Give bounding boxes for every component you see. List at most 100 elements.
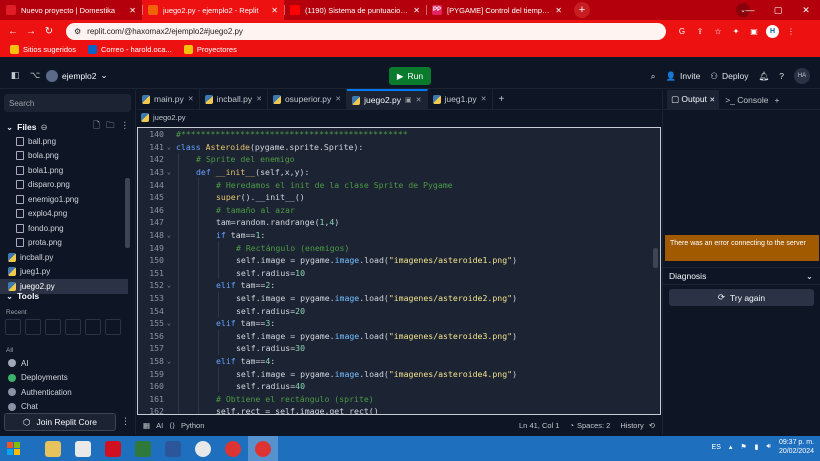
invite-button[interactable]: 👤 Invite <box>665 71 700 82</box>
file-item[interactable]: enemigo1.png <box>0 192 128 207</box>
more-icon[interactable]: ⋮ <box>121 120 130 134</box>
volume-icon[interactable]: 🔊︎ <box>767 443 771 451</box>
chrome-app-icon[interactable] <box>188 436 218 461</box>
share-icon[interactable]: ⇪ <box>694 25 706 37</box>
file-item[interactable]: fondo.png <box>0 221 128 236</box>
status-language[interactable]: Python <box>181 421 204 430</box>
help-icon[interactable]: ? <box>779 71 784 81</box>
tools-header[interactable]: ⌄ Tools <box>0 289 136 303</box>
flag-icon[interactable]: ⚑ <box>740 443 746 451</box>
profile-avatar[interactable]: H <box>766 24 779 38</box>
recent-slot[interactable] <box>105 319 121 335</box>
sidebar-scrollbar[interactable] <box>125 178 130 248</box>
minimize-icon[interactable]: — <box>740 0 760 20</box>
reload-icon[interactable]: ↻ <box>40 26 58 37</box>
file-item[interactable]: jueg1.py <box>0 265 128 280</box>
tool-item[interactable]: AI <box>0 356 136 371</box>
site-info-icon[interactable]: ⚙ <box>74 27 81 36</box>
calendar-app-icon[interactable] <box>68 436 98 461</box>
recent-slot[interactable] <box>45 319 61 335</box>
file-item[interactable]: explo4.png <box>0 207 128 222</box>
file-item[interactable]: incball.py <box>0 250 128 265</box>
recent-slot[interactable] <box>85 319 101 335</box>
file-item[interactable]: bola1.png <box>0 163 128 178</box>
file-item[interactable]: ball.png <box>0 134 128 149</box>
editor-tab[interactable]: juego2.py ▣ ✕ <box>347 89 428 109</box>
user-avatar[interactable]: HA <box>794 68 810 84</box>
browser-tab[interactable]: Nuevo proyecto | Domestika ✕ <box>0 0 142 20</box>
diagnosis-header[interactable]: Diagnosis ⌄ <box>663 267 820 285</box>
new-tab-button[interactable]: + <box>574 2 590 18</box>
close-tab-icon[interactable]: ✕ <box>481 95 487 103</box>
close-tab-icon[interactable]: ✕ <box>555 6 562 15</box>
clock[interactable]: 09:37 p. m. 20/02/2024 <box>779 438 814 456</box>
close-tab-icon[interactable]: ✕ <box>271 6 278 15</box>
url-input[interactable]: ⚙ replit.com/@haxomax2/ejemplo2#juego2.p… <box>66 22 666 40</box>
try-again-button[interactable]: ⟳ Try again <box>669 289 814 306</box>
close-tab-icon[interactable]: ✕ <box>413 6 420 15</box>
bookmark-item[interactable]: Correo - harold.oca... <box>87 45 172 54</box>
browser-tab[interactable]: juego2.py - ejemplo2 - Replit ✕ <box>142 0 284 20</box>
search-icon[interactable]: ⌕ <box>651 71 656 82</box>
bookmark-item[interactable]: Sitios sugeridos <box>10 45 76 54</box>
status-history[interactable]: History <box>620 421 643 430</box>
tool-item[interactable]: Authentication <box>0 385 136 400</box>
close-tab-icon[interactable]: ✕ <box>129 6 136 15</box>
new-folder-icon[interactable]: 🗀︎ <box>106 120 115 134</box>
close-tab-icon[interactable]: ✕ <box>256 95 262 103</box>
add-tab-icon[interactable]: + <box>493 89 511 109</box>
file-item[interactable]: bola.png <box>0 149 128 164</box>
browser-tab[interactable]: PP [PYGAME] Control del tiempo en ... ✕ <box>426 0 568 20</box>
status-ai[interactable]: AI <box>156 421 163 430</box>
close-tab-icon[interactable]: ✕ <box>335 95 341 103</box>
close-window-icon[interactable]: ✕ <box>796 0 816 20</box>
bookmark-star-icon[interactable]: ☆ <box>712 25 724 37</box>
tool-item[interactable]: Chat <box>0 400 136 415</box>
sidepanel-icon[interactable]: ▣ <box>748 25 760 37</box>
sidebar-toggle-icon[interactable]: ◧ <box>8 69 22 83</box>
tool-item[interactable]: Deployments <box>0 371 136 386</box>
close-icon[interactable]: ✕ <box>709 97 715 104</box>
fold-icon[interactable]: ⌄ <box>164 357 174 365</box>
language-indicator[interactable]: ES <box>712 444 721 451</box>
new-file-icon[interactable]: 🗋︎ <box>93 120 100 134</box>
add-tab-icon[interactable]: + <box>774 95 779 105</box>
replit-logo-icon[interactable]: ⌥ <box>28 69 42 83</box>
browser-tab[interactable]: (1190) Sistema de puntuaciones ... ✕ <box>284 0 426 20</box>
editor-tab[interactable]: jueg1.py ✕ <box>428 89 493 109</box>
run-button[interactable]: ▶ Run <box>389 67 431 85</box>
tray-arrow-icon[interactable]: ▴ <box>729 443 733 451</box>
editor-tab[interactable]: osuperior.py ✕ <box>268 89 348 109</box>
menu-dots-icon[interactable]: ⋮ <box>785 25 797 37</box>
sidebar-search-input[interactable]: Search <box>4 94 131 112</box>
maximize-icon[interactable]: ▢ <box>768 0 788 20</box>
bell-icon[interactable]: 🔔︎ <box>758 71 769 82</box>
fold-icon[interactable]: ⌄ <box>164 143 174 151</box>
fold-icon[interactable]: ⌄ <box>164 231 174 239</box>
fold-icon[interactable]: ⌄ <box>164 168 174 176</box>
file-item[interactable]: disparo.png <box>0 178 128 193</box>
fold-icon[interactable]: ⌄ <box>164 281 174 289</box>
back-icon[interactable]: ← <box>4 26 22 37</box>
fold-icon[interactable]: ⌄ <box>164 319 174 327</box>
recent-slot[interactable] <box>5 319 21 335</box>
forward-icon[interactable]: → <box>22 26 40 37</box>
editor-tab[interactable]: incball.py ✕ <box>200 89 268 109</box>
word-app-icon[interactable] <box>158 436 188 461</box>
chrome-3-app-icon[interactable] <box>248 436 278 461</box>
repl-name-dropdown[interactable]: ejemplo2 ⌄ <box>46 69 108 82</box>
tab-console[interactable]: >_ Console <box>725 95 768 105</box>
opera-app-icon[interactable] <box>98 436 128 461</box>
recent-slot[interactable] <box>65 319 81 335</box>
close-tab-icon[interactable]: ✕ <box>188 95 194 103</box>
close-tab-icon[interactable]: ✕ <box>416 96 422 104</box>
tab-output[interactable]: ▢ Output ✕ <box>667 90 720 109</box>
network-icon[interactable]: ▮ <box>755 443 759 451</box>
join-replit-core-button[interactable]: ⬡ Join Replit Core <box>4 413 116 431</box>
game-app-icon[interactable] <box>128 436 158 461</box>
more-icon[interactable]: ⋮ <box>121 416 130 427</box>
status-spaces[interactable]: Spaces: 2 <box>577 421 610 430</box>
windows-start-icon[interactable] <box>0 436 28 461</box>
history-icon[interactable]: ⟲ <box>649 421 655 430</box>
editor-tab[interactable]: main.py ✕ <box>137 89 200 109</box>
